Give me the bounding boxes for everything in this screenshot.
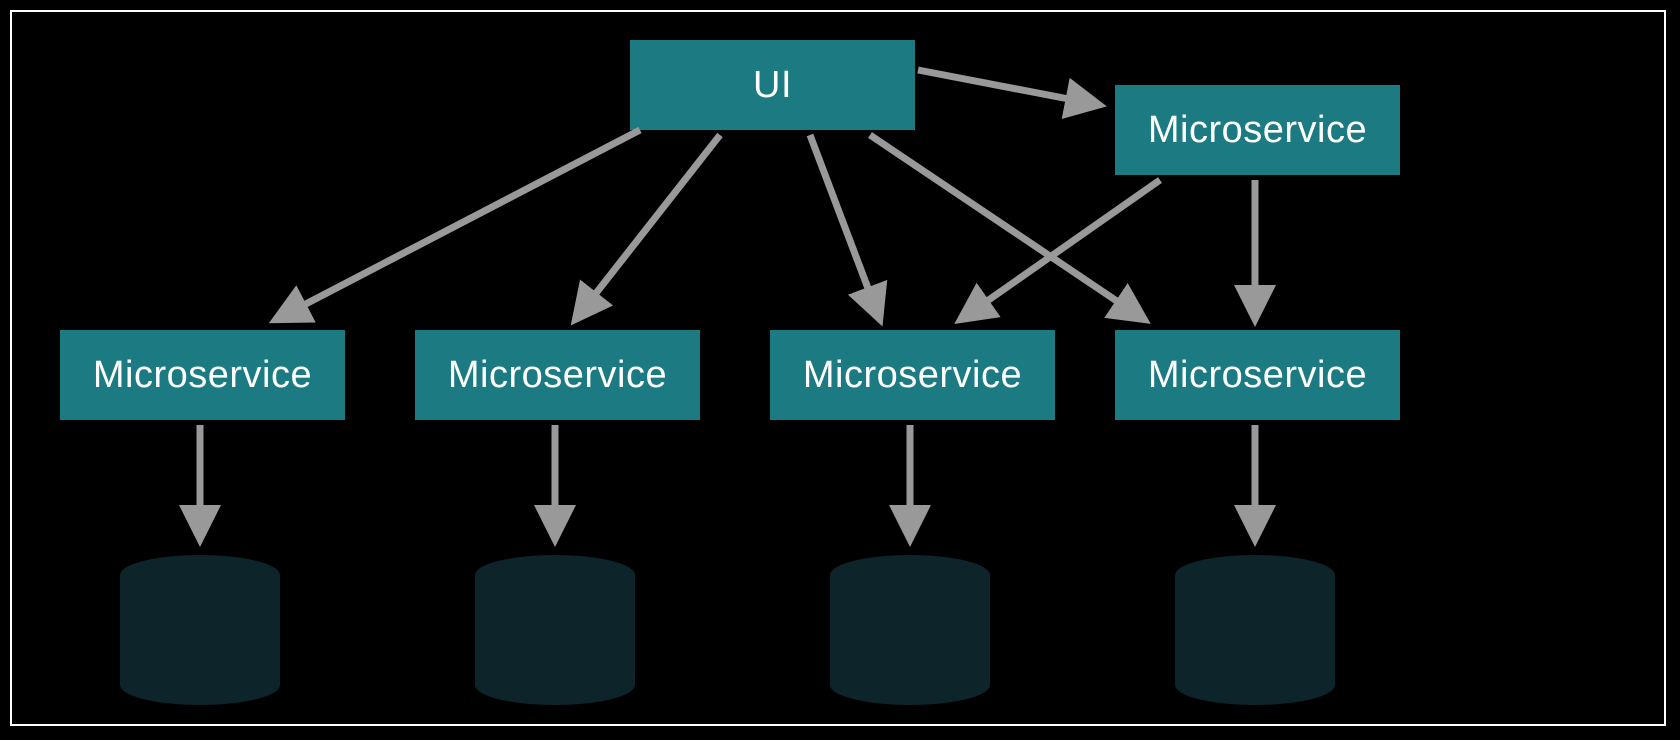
database-1: [120, 555, 280, 705]
database-2: [475, 555, 635, 705]
microservice-top-box: Microservice: [1115, 85, 1400, 175]
microservice-top-label: Microservice: [1148, 109, 1367, 152]
microservice-1-box: Microservice: [60, 330, 345, 420]
microservice-4-label: Microservice: [1148, 354, 1367, 397]
database-4: [1175, 555, 1335, 705]
microservice-2-label: Microservice: [448, 354, 667, 397]
ui-label: UI: [753, 64, 792, 107]
database-3: [830, 555, 990, 705]
microservice-3-box: Microservice: [770, 330, 1055, 420]
microservice-1-label: Microservice: [93, 354, 312, 397]
microservice-4-box: Microservice: [1115, 330, 1400, 420]
microservice-3-label: Microservice: [803, 354, 1022, 397]
ui-box: UI: [630, 40, 915, 130]
microservice-2-box: Microservice: [415, 330, 700, 420]
